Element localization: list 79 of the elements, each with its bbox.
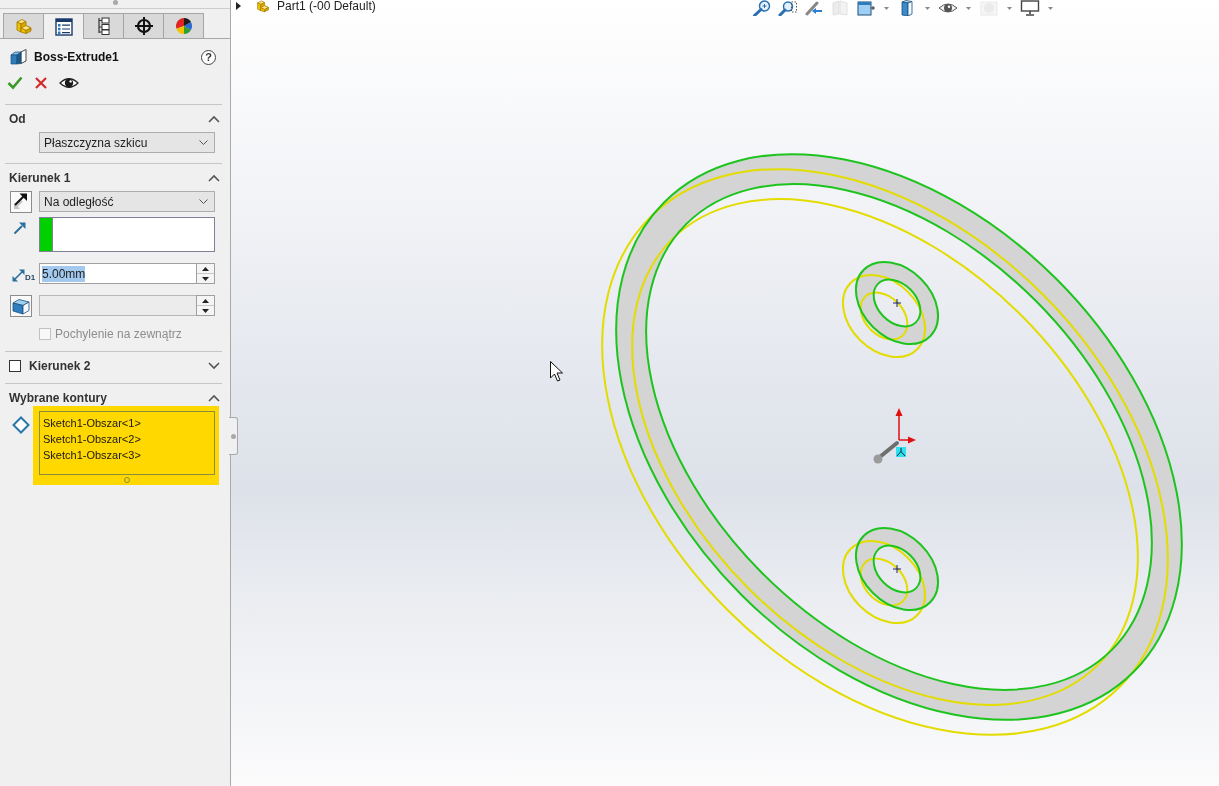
toolbar-button[interactable] xyxy=(856,0,891,16)
chevron-down-icon[interactable] xyxy=(208,362,220,370)
toolbar-button[interactable] xyxy=(778,0,798,16)
ok-button[interactable] xyxy=(7,76,23,90)
chevron-down-icon xyxy=(199,199,208,204)
caret-down-icon xyxy=(202,308,209,313)
diagonal-arrows-icon xyxy=(12,193,30,211)
part-icon xyxy=(255,0,271,13)
caret-icon xyxy=(966,6,971,10)
dimension-label: D1 xyxy=(25,274,36,282)
monitor-icon xyxy=(1020,0,1040,16)
panel-tab[interactable] xyxy=(163,13,204,38)
panel-tab[interactable] xyxy=(123,13,164,38)
feature-title: Boss-Extrude1 xyxy=(34,50,120,64)
panel-tab[interactable] xyxy=(83,13,124,38)
spin-up-button[interactable] xyxy=(197,264,214,274)
window-icon xyxy=(856,0,876,16)
caret-up-icon xyxy=(202,266,209,271)
caret-icon xyxy=(1007,6,1012,10)
reverse-direction-button[interactable] xyxy=(10,191,32,213)
draft-button[interactable] xyxy=(10,295,32,317)
crosshair-icon xyxy=(133,16,154,36)
wand-icon xyxy=(804,0,824,16)
toolbar-button[interactable] xyxy=(1020,0,1055,16)
list-item[interactable]: Sketch1-Obszar<3> xyxy=(43,447,141,463)
section-title: Kierunek 2 xyxy=(29,359,92,373)
color-wheel-icon xyxy=(173,16,194,36)
caret-down-icon xyxy=(202,276,209,281)
section-title: Od xyxy=(9,112,27,126)
expand-arrow-icon[interactable] xyxy=(236,2,241,10)
axis-triad-icon xyxy=(873,408,916,464)
list-item[interactable]: Sketch1-Obszar<2> xyxy=(43,431,141,447)
list-icon xyxy=(53,16,74,37)
diamond-icon xyxy=(12,416,30,434)
section-title: Wybrane kontury xyxy=(9,391,108,405)
double-arrow-icon xyxy=(12,269,25,282)
magnifier-icon xyxy=(752,0,772,16)
list-item[interactable]: Sketch1-Obszar<1> xyxy=(43,415,141,431)
spin-down-button[interactable] xyxy=(197,274,214,283)
eye-icon xyxy=(938,0,958,16)
checkbox[interactable] xyxy=(9,360,21,372)
cancel-button[interactable] xyxy=(35,77,47,89)
caret-up-icon xyxy=(202,298,209,303)
cube-icon xyxy=(10,48,28,66)
chevron-up-icon[interactable] xyxy=(208,115,220,123)
check-icon xyxy=(7,76,23,90)
spin-up-button[interactable] xyxy=(197,296,214,306)
spin-down-button[interactable] xyxy=(197,306,214,315)
selection-box[interactable] xyxy=(39,217,215,252)
caret-icon xyxy=(884,6,889,10)
box-icon xyxy=(12,297,30,315)
tree-item[interactable]: Part1 (-00 Default) xyxy=(277,0,376,12)
part-icon xyxy=(13,16,34,36)
magnifier-icon xyxy=(778,0,798,16)
color-swatch-icon xyxy=(40,218,53,251)
arrow-icon xyxy=(13,222,26,235)
eye-icon xyxy=(59,76,79,90)
selection-list[interactable]: Sketch1-Obszar<1> Sketch1-Obszar<2> Sketch1-Obszar<3> xyxy=(33,406,219,485)
caret-icon xyxy=(1048,6,1053,10)
panel-tab[interactable] xyxy=(43,13,84,39)
close-icon xyxy=(35,77,47,89)
section-title: Kierunek 1 xyxy=(9,171,72,185)
preview-button[interactable] xyxy=(59,76,79,90)
toolbar-button[interactable] xyxy=(752,0,772,16)
number-field[interactable]: 5.00mm xyxy=(39,263,196,284)
toolbar-button[interactable] xyxy=(938,0,973,16)
splitter-grip-icon[interactable] xyxy=(112,0,118,5)
panels-icon xyxy=(830,0,850,16)
help-button[interactable]: ? xyxy=(201,49,216,65)
chevron-up-icon[interactable] xyxy=(208,174,220,182)
dropdown[interactable]: Na odległość xyxy=(39,191,215,212)
toolbar-button[interactable] xyxy=(804,0,824,16)
caret-icon xyxy=(925,6,930,10)
dropdown[interactable]: Płaszczyzna szkicu xyxy=(39,132,215,153)
cursor-icon xyxy=(550,361,563,382)
chevron-down-icon xyxy=(199,140,208,145)
chevron-up-icon[interactable] xyxy=(208,394,220,402)
grip-icon xyxy=(230,433,236,439)
checkbox-label: Pochylenie na zewnątrz xyxy=(55,327,182,341)
